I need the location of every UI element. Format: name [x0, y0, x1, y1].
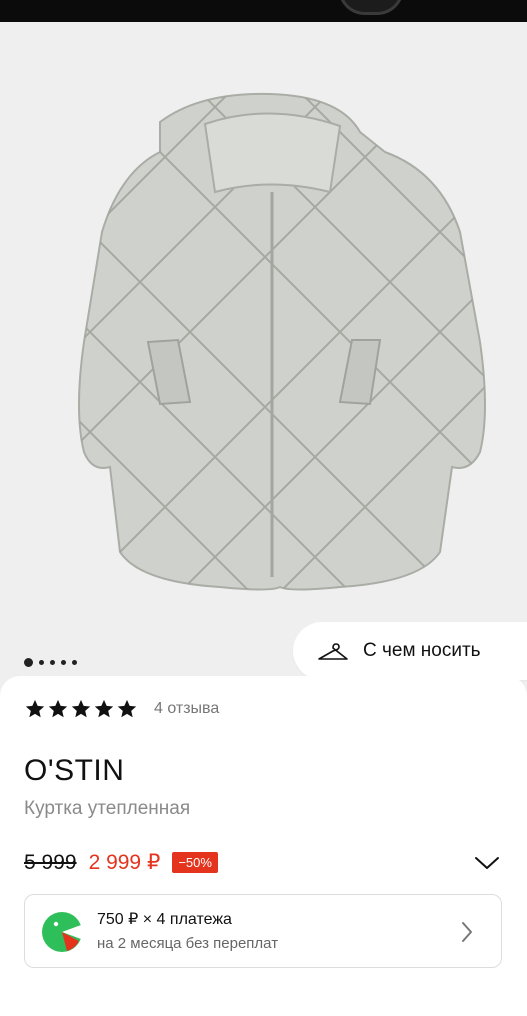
split-payment-icon [42, 912, 83, 952]
pagination-dot-active[interactable] [24, 658, 33, 667]
pagination-dot[interactable] [61, 660, 66, 665]
star-icon [71, 699, 91, 718]
brand-name[interactable]: O'STIN [24, 754, 124, 788]
current-price: 2 999 ₽ [88, 851, 161, 874]
pagination-dot[interactable] [39, 660, 44, 665]
reviews-count-link[interactable]: 4 отзыва [154, 700, 219, 718]
star-icon [117, 699, 137, 718]
price-row[interactable]: 5 999 2 999 ₽ −50% [24, 850, 504, 875]
outfit-button-label: С чем носить [363, 640, 481, 661]
pagination-dot[interactable] [72, 660, 77, 665]
star-icon [94, 699, 114, 718]
installment-title: 750 ₽ × 4 платежа [97, 911, 232, 928]
star-icon [25, 699, 45, 718]
installment-payment-card[interactable]: 750 ₽ × 4 платежа на 2 месяца без перепл… [24, 894, 502, 968]
old-price: 5 999 [24, 850, 77, 874]
star-icon [48, 699, 68, 718]
pagination-dot[interactable] [50, 660, 55, 665]
discount-badge: −50% [172, 852, 218, 873]
gallery-pagination[interactable] [24, 658, 77, 667]
chevron-right-icon [462, 922, 472, 942]
camera-notch [338, 0, 404, 15]
chevron-down-icon[interactable] [474, 855, 500, 871]
installment-subtitle: на 2 месяца без переплат [97, 935, 279, 952]
product-gallery[interactable]: С чем носить [0, 22, 527, 712]
product-info-card: 4 отзыва O'STIN Куртка утепленная 5 999 … [0, 676, 527, 1016]
hanger-icon [318, 643, 348, 660]
product-title: Куртка утепленная [24, 798, 191, 819]
product-image[interactable] [40, 82, 490, 602]
rating-row[interactable]: 4 отзыва [24, 698, 219, 720]
status-bar [0, 0, 527, 22]
rating-stars [24, 698, 138, 720]
outfit-suggestions-button[interactable]: С чем носить [293, 622, 527, 680]
